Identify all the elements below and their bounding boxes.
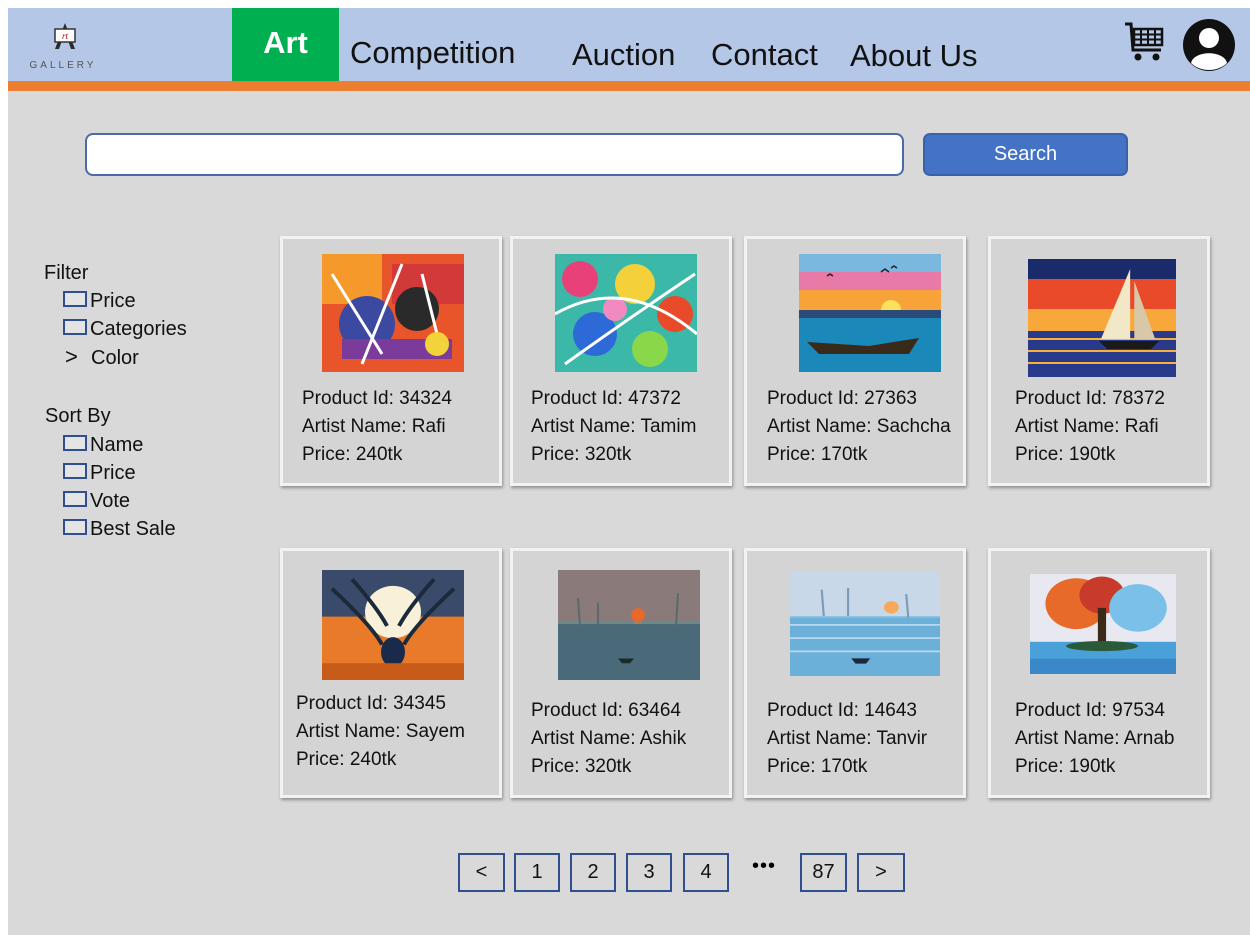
product-info: Product Id: 97534 Artist Name: Arnab Pri… — [1015, 697, 1174, 781]
artist-name: Artist Name: Rafi — [1015, 416, 1159, 437]
artist-name: Artist Name: Sayem — [296, 721, 465, 742]
sort-option-label: Price — [90, 462, 136, 484]
product-card[interactable]: Product Id: 78372 Artist Name: Rafi Pric… — [988, 236, 1210, 486]
filter-option-label: Price — [90, 290, 136, 312]
artwork-thumbnail[interactable] — [322, 570, 464, 680]
header-accent-bar — [8, 81, 1250, 91]
product-price: Price: 240tk — [296, 749, 397, 770]
artist-name: Artist Name: Tanvir — [767, 728, 928, 749]
artwork-thumbnail[interactable] — [1028, 259, 1176, 377]
profile-icon[interactable] — [1182, 18, 1236, 72]
product-card[interactable]: Product Id: 63464 Artist Name: Ashik Pri… — [510, 548, 732, 798]
product-card[interactable]: Product Id: 47372 Artist Name: Tamim Pri… — [510, 236, 732, 486]
artist-name: Artist Name: Sachcha — [767, 416, 951, 437]
product-id: Product Id: 63464 — [531, 700, 681, 721]
product-card[interactable]: Product Id: 34324 Artist Name: Rafi Pric… — [280, 236, 502, 486]
checkbox-icon[interactable] — [63, 290, 87, 307]
product-id: Product Id: 97534 — [1015, 700, 1165, 721]
easel-logo-icon: rt — [54, 23, 76, 49]
product-info: Product Id: 34324 Artist Name: Rafi Pric… — [302, 385, 452, 469]
checkbox-icon[interactable] — [63, 434, 87, 451]
artwork-thumbnail[interactable] — [799, 254, 941, 372]
logo-wordmark: GALLERY — [29, 60, 97, 71]
product-price: Price: 190tk — [1015, 444, 1116, 465]
product-card[interactable]: Product Id: 14643 Artist Name: Tanvir Pr… — [744, 548, 966, 798]
filter-option-price[interactable]: Price — [63, 288, 136, 314]
product-info: Product Id: 47372 Artist Name: Tamim Pri… — [531, 385, 696, 469]
svg-text:rt: rt — [62, 31, 69, 41]
filter-option-label: Categories — [90, 318, 187, 340]
pagination-page-3[interactable]: 3 — [626, 853, 672, 892]
product-info: Product Id: 14643 Artist Name: Tanvir Pr… — [767, 697, 927, 781]
filter-heading: Filter — [44, 262, 89, 284]
artist-name: Artist Name: Rafi — [302, 416, 446, 437]
product-price: Price: 170tk — [767, 756, 868, 777]
page-frame: rt GALLERY Art Competition Auction Conta… — [8, 8, 1250, 935]
top-navbar: rt GALLERY Art Competition Auction Conta… — [8, 8, 1250, 81]
sort-option-vote[interactable]: Vote — [63, 488, 130, 514]
pagination-page-4[interactable]: 4 — [683, 853, 729, 892]
product-price: Price: 320tk — [531, 756, 632, 777]
product-card[interactable]: Product Id: 27363 Artist Name: Sachcha P… — [744, 236, 966, 486]
product-id: Product Id: 34324 — [302, 388, 452, 409]
filter-option-label: Color — [91, 347, 139, 369]
sort-option-label: Vote — [90, 490, 131, 512]
product-info: Product Id: 63464 Artist Name: Ashik Pri… — [531, 697, 686, 781]
checkbox-icon[interactable] — [63, 518, 87, 535]
pagination-page-1[interactable]: 1 — [514, 853, 560, 892]
product-price: Price: 320tk — [531, 444, 632, 465]
product-info: Product Id: 27363 Artist Name: Sachcha P… — [767, 385, 951, 469]
product-price: Price: 170tk — [767, 444, 868, 465]
sort-option-price[interactable]: Price — [63, 460, 136, 486]
artist-name: Artist Name: Ashik — [531, 728, 687, 749]
artwork-thumbnail[interactable] — [790, 572, 940, 676]
product-card[interactable]: Product Id: 34345 Artist Name: Sayem Pri… — [280, 548, 502, 798]
sort-option-name[interactable]: Name — [63, 432, 143, 458]
checkbox-icon[interactable] — [63, 318, 87, 335]
artwork-thumbnail[interactable] — [555, 254, 697, 372]
sort-option-label: Best Sale — [90, 518, 176, 540]
pagination-page-last[interactable]: 87 — [800, 853, 847, 892]
pagination-prev-button[interactable]: < — [458, 853, 505, 892]
pagination-next-button[interactable]: > — [857, 853, 905, 892]
artist-name: Artist Name: Arnab — [1015, 728, 1175, 749]
sort-option-best-sale[interactable]: Best Sale — [63, 516, 176, 542]
sort-option-label: Name — [90, 434, 144, 456]
product-card[interactable]: Product Id: 97534 Artist Name: Arnab Pri… — [988, 548, 1210, 798]
product-price: Price: 190tk — [1015, 756, 1116, 777]
nav-item-competition[interactable]: Competition — [350, 16, 515, 89]
product-id: Product Id: 34345 — [296, 693, 446, 714]
product-id: Product Id: 47372 — [531, 388, 681, 409]
search-button[interactable]: Search — [923, 133, 1128, 176]
sort-heading: Sort By — [45, 405, 111, 427]
product-id: Product Id: 78372 — [1015, 388, 1165, 409]
chevron-right-icon: > — [65, 344, 78, 369]
pagination-page-2[interactable]: 2 — [570, 853, 616, 892]
search-input[interactable] — [85, 133, 904, 176]
nav-item-art[interactable]: Art — [232, 8, 339, 81]
artwork-thumbnail[interactable] — [558, 570, 700, 680]
product-id: Product Id: 27363 — [767, 388, 917, 409]
filter-option-categories[interactable]: Categories — [63, 316, 187, 342]
cart-icon[interactable] — [1123, 20, 1167, 64]
filter-option-color[interactable]: > Color — [65, 344, 139, 370]
product-info: Product Id: 34345 Artist Name: Sayem Pri… — [296, 690, 465, 774]
gallery-logo[interactable]: rt GALLERY — [18, 20, 108, 76]
checkbox-icon[interactable] — [63, 490, 87, 507]
product-info: Product Id: 78372 Artist Name: Rafi Pric… — [1015, 385, 1165, 469]
artwork-thumbnail[interactable] — [322, 254, 464, 372]
pagination-ellipsis: ••• — [752, 855, 777, 877]
artist-name: Artist Name: Tamim — [531, 416, 697, 437]
product-id: Product Id: 14643 — [767, 700, 917, 721]
artwork-thumbnail[interactable] — [1030, 574, 1176, 674]
product-price: Price: 240tk — [302, 444, 403, 465]
checkbox-icon[interactable] — [63, 462, 87, 479]
